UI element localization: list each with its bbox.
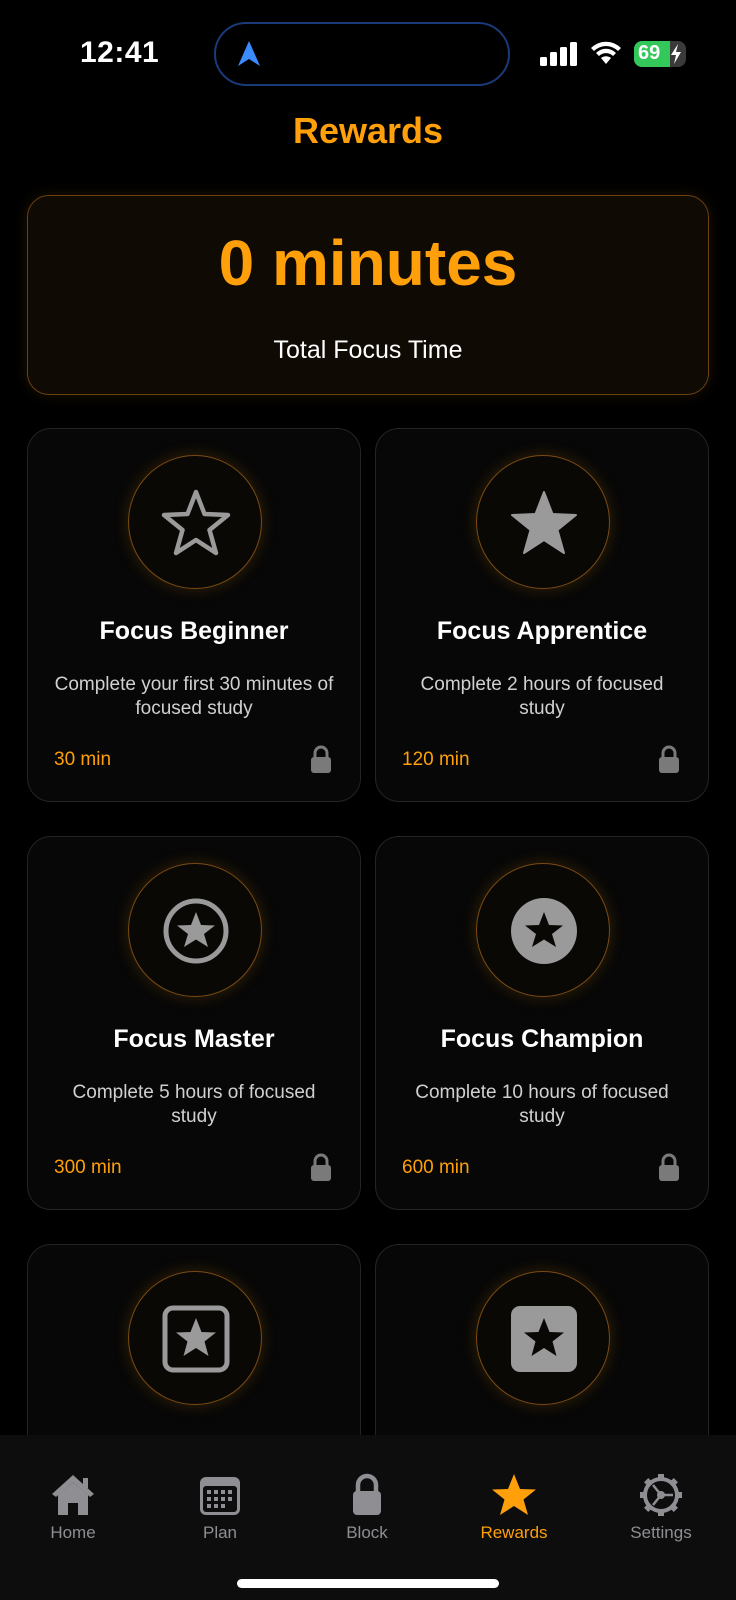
achievement-card[interactable]: Focus Apprentice Complete 2 hours of foc… [375, 428, 709, 802]
achievement-title: Focus Champion [440, 1025, 644, 1053]
lock-icon [311, 1153, 331, 1181]
home-indicator[interactable] [237, 1579, 499, 1588]
house-icon [52, 1475, 94, 1515]
achievement-requirement: 30 min [54, 749, 112, 770]
star-circle-filled-icon [511, 898, 577, 964]
total-focus-value: 0 minutes [218, 227, 518, 299]
battery-indicator: 69 [634, 41, 686, 67]
wifi-icon [591, 41, 621, 64]
tab-label: Home [50, 1523, 96, 1542]
tab-rewards[interactable]: Rewards [454, 1473, 574, 1563]
achievements-grid: Focus Beginner Complete your first 30 mi… [27, 428, 709, 1435]
achievement-title: Focus Apprentice [436, 617, 648, 645]
tab-home[interactable]: Home [13, 1473, 133, 1563]
star-circle-outline-icon [163, 898, 229, 964]
lock-icon [659, 745, 679, 773]
achievement-badge [128, 863, 262, 997]
page-title: Rewards [292, 110, 444, 151]
battery-percent: 69 [638, 42, 661, 64]
tab-label: Rewards [480, 1523, 548, 1542]
gear-icon [640, 1474, 682, 1516]
charging-bolt-icon [671, 44, 681, 64]
star-icon [492, 1474, 536, 1515]
tab-settings[interactable]: Settings [601, 1473, 721, 1563]
achievement-badge [128, 1271, 262, 1405]
status-time: 12:41 [80, 36, 160, 69]
dynamic-island[interactable] [214, 22, 510, 86]
achievement-description: Complete 5 hours of focused study [72, 1082, 316, 1127]
achievement-card[interactable]: Focus Beginner Complete your first 30 mi… [27, 428, 361, 802]
tab-label: Block [346, 1523, 388, 1542]
achievement-card[interactable]: Focus Champion Complete 10 hours of focu… [375, 836, 709, 1210]
achievement-requirement: 600 min [402, 1157, 470, 1178]
achievement-title: Focus Master [113, 1025, 275, 1053]
star-square-filled-icon [511, 1306, 577, 1372]
achievement-badge [476, 863, 610, 997]
lock-icon [311, 745, 331, 773]
cellular-signal-icon [540, 42, 577, 66]
tab-bar: Home Plan Block Rewards Settings [0, 1435, 736, 1600]
status-bar: 12:41 69 [0, 0, 736, 100]
achievement-description: Complete 2 hours of focused study [420, 674, 664, 719]
lock-icon [353, 1473, 381, 1515]
achievement-badge [476, 1271, 610, 1405]
star-filled-icon [511, 491, 577, 554]
achievement-card[interactable] [27, 1244, 361, 1435]
achievement-badge [128, 455, 262, 589]
tab-label: Settings [630, 1523, 692, 1542]
total-focus-label: Total Focus Time [273, 336, 463, 364]
achievement-card[interactable]: Focus Master Complete 5 hours of focused… [27, 836, 361, 1210]
achievement-requirement: 120 min [402, 749, 470, 770]
lock-icon [659, 1153, 679, 1181]
achievement-badge [476, 455, 610, 589]
star-outline-icon [161, 489, 231, 556]
calendar-icon [200, 1477, 240, 1515]
tab-block[interactable]: Block [307, 1473, 427, 1563]
tab-plan[interactable]: Plan [160, 1473, 280, 1563]
tab-label: Plan [202, 1523, 238, 1542]
star-square-outline-icon [162, 1305, 230, 1373]
total-focus-card: 0 minutes Total Focus Time [27, 195, 709, 395]
achievement-description: Complete 10 hours of focused study [415, 1082, 669, 1127]
achievement-requirement: 300 min [54, 1157, 122, 1178]
achievement-description: Complete your first 30 minutes of focuse… [54, 674, 334, 719]
achievement-card[interactable] [375, 1244, 709, 1435]
achievement-title: Focus Beginner [99, 617, 289, 645]
location-arrow-icon [238, 41, 260, 66]
